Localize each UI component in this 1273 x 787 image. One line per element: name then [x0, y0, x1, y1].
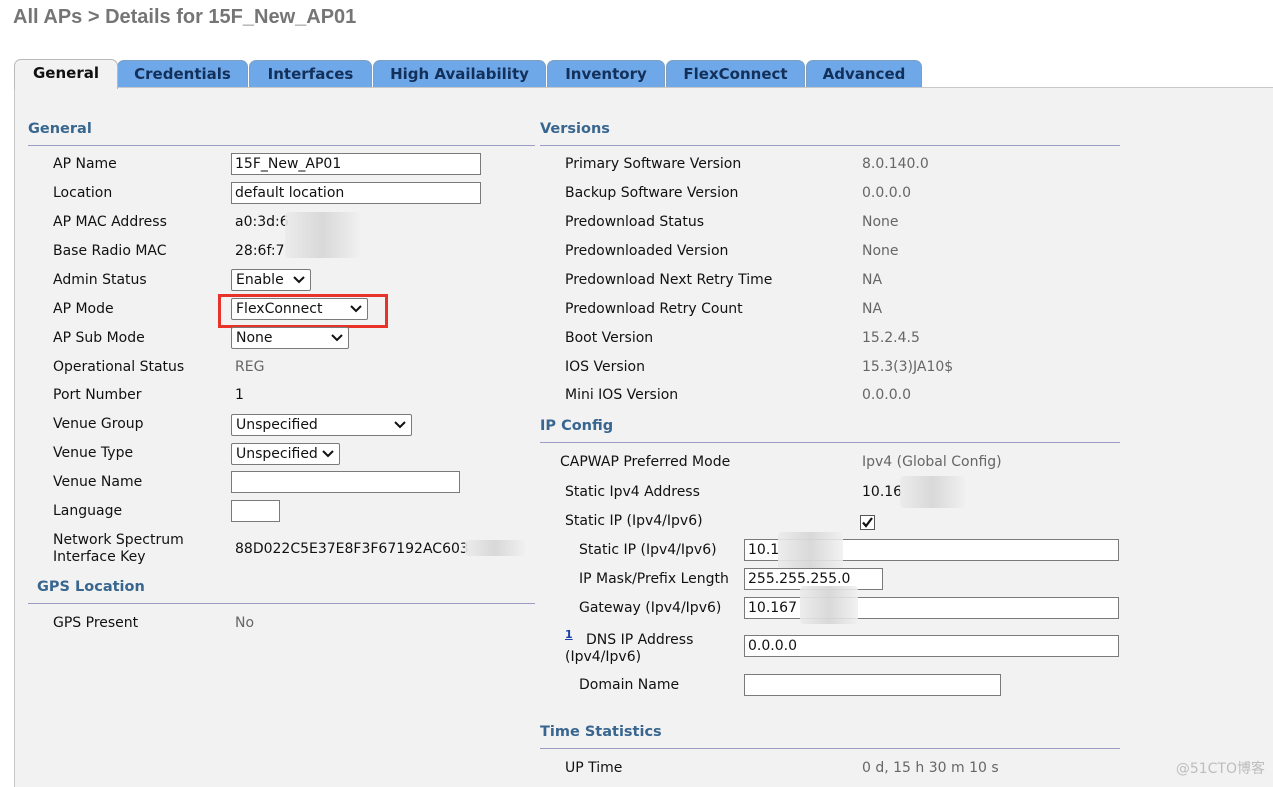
version-row-value: 8.0.140.0 — [862, 156, 929, 172]
static-ip-label: Static IP (Ipv4/Ipv6) — [565, 513, 703, 529]
dns-label-line1: DNS IP Address — [586, 632, 694, 648]
versions-section-heading: Versions — [540, 121, 610, 137]
version-row-label: Mini IOS Version — [565, 387, 679, 403]
version-row-value: 0.0.0.0 — [862, 185, 911, 201]
version-row-value: NA — [862, 301, 883, 317]
version-row-value: 15.3(3)JA10$ — [862, 359, 954, 375]
nsi-key-label-line2: Interface Key — [53, 549, 146, 565]
tab-credentials[interactable]: Credentials — [117, 60, 248, 87]
version-row-label: Predownload Next Retry Time — [565, 272, 773, 288]
mask-label: IP Mask/Prefix Length — [579, 571, 729, 587]
language-input[interactable] — [231, 500, 280, 522]
venue-name-input[interactable] — [231, 471, 460, 493]
version-row-label: Predownloaded Version — [565, 243, 729, 259]
time-stats-section-heading: Time Statistics — [540, 724, 662, 740]
version-row-value: 15.2.4.5 — [862, 330, 920, 346]
chevron-down-icon — [322, 450, 334, 458]
capwap-mode-value: Ipv4 (Global Config) — [862, 454, 1002, 470]
redacted-ip-blur — [778, 532, 843, 570]
static-ipv4-value: 10.16 — [862, 484, 903, 500]
ip-config-divider — [540, 442, 1120, 443]
version-row-label: Backup Software Version — [565, 185, 739, 201]
nsi-key-label-line1: Network Spectrum — [53, 532, 184, 548]
time-stats-divider — [540, 748, 1120, 749]
admin-status-label: Admin Status — [53, 272, 147, 288]
venue-type-value: Unspecified — [236, 446, 318, 462]
page-title: All APs > Details for 15F_New_AP01 — [13, 6, 357, 28]
venue-name-label: Venue Name — [53, 474, 143, 490]
chevron-down-icon — [394, 421, 406, 429]
gps-present-label: GPS Present — [53, 615, 139, 631]
operational-status-label: Operational Status — [53, 359, 185, 375]
ap-mac-value: a0:3d:6 — [235, 214, 289, 230]
static-ipv4-label: Static Ipv4 Address — [565, 484, 700, 500]
ap-mac-label: AP MAC Address — [53, 214, 167, 230]
admin-status-select[interactable]: Enable — [231, 269, 311, 291]
redacted-mac-blur — [285, 212, 360, 258]
dns-ip-input[interactable]: 0.0.0.0 — [744, 635, 1119, 657]
gps-section-heading: GPS Location — [37, 579, 145, 595]
uptime-label: UP Time — [565, 760, 623, 776]
operational-status-value: REG — [235, 359, 265, 375]
version-row-label: IOS Version — [565, 359, 645, 375]
tab-high-availability[interactable]: High Availability — [373, 60, 546, 87]
ap-mode-label: AP Mode — [53, 301, 114, 317]
dns-label-line2: (Ipv4/Ipv6) — [565, 649, 642, 665]
version-row-value: NA — [862, 272, 883, 288]
gateway-label: Gateway (Ipv4/Ipv6) — [579, 600, 722, 616]
nsi-key-value: 88D022C5E37E8F3F67192AC603 — [235, 541, 469, 557]
tab-flexconnect[interactable]: FlexConnect — [666, 60, 805, 87]
domain-name-input[interactable] — [744, 674, 1001, 696]
venue-group-value: Unspecified — [236, 417, 318, 433]
version-row-value: None — [862, 243, 899, 259]
version-row-value: 0.0.0.0 — [862, 387, 911, 403]
uptime-value: 0 d, 15 h 30 m 10 s — [862, 760, 999, 776]
ap-sub-mode-label: AP Sub Mode — [53, 330, 145, 346]
redacted-ip-blur — [900, 476, 965, 508]
redacted-key-blur — [465, 540, 525, 556]
general-section-heading: General — [28, 121, 92, 137]
watermark: @51CTO博客 — [1175, 761, 1265, 777]
ip-config-section-heading: IP Config — [540, 418, 614, 434]
ap-name-input[interactable]: 15F_New_AP01 — [231, 153, 481, 175]
ap-name-label: AP Name — [53, 156, 117, 172]
venue-type-label: Venue Type — [53, 445, 134, 461]
static-ip-checkbox[interactable] — [860, 515, 875, 530]
location-input[interactable]: default location — [231, 182, 481, 204]
tab-advanced[interactable]: Advanced — [806, 60, 922, 87]
tab-general[interactable]: General — [14, 59, 118, 89]
gps-divider — [28, 603, 535, 604]
venue-group-select[interactable]: Unspecified — [231, 414, 412, 436]
location-label: Location — [53, 185, 113, 201]
venue-type-select[interactable]: Unspecified — [231, 443, 340, 465]
version-row-label: Boot Version — [565, 330, 654, 346]
dns-footnote-link[interactable]: 1 — [565, 628, 573, 641]
port-number-label: Port Number — [53, 387, 142, 403]
domain-name-label: Domain Name — [579, 677, 680, 693]
version-row-label: Predownload Retry Count — [565, 301, 743, 317]
tab-interfaces[interactable]: Interfaces — [249, 60, 372, 87]
check-icon — [862, 517, 873, 528]
ap-mode-highlight-box — [218, 294, 388, 328]
port-number-value: 1 — [235, 387, 244, 403]
admin-status-value: Enable — [236, 272, 284, 288]
capwap-mode-label: CAPWAP Preferred Mode — [560, 454, 731, 470]
ap-sub-mode-select[interactable]: None — [231, 327, 349, 349]
versions-divider — [540, 145, 1120, 146]
general-divider — [28, 145, 535, 146]
venue-group-label: Venue Group — [53, 416, 144, 432]
chevron-down-icon — [331, 334, 343, 342]
version-row-value: None — [862, 214, 899, 230]
static-ip-field-label: Static IP (Ipv4/Ipv6) — [579, 542, 717, 558]
ap-sub-mode-value: None — [236, 330, 273, 346]
base-radio-mac-value: 28:6f:7 — [235, 243, 285, 259]
tab-inventory[interactable]: Inventory — [547, 60, 665, 87]
chevron-down-icon — [293, 276, 305, 284]
redacted-ip-blur — [800, 586, 858, 624]
version-row-label: Predownload Status — [565, 214, 705, 230]
base-radio-mac-label: Base Radio MAC — [53, 243, 167, 259]
language-label: Language — [53, 503, 123, 519]
gps-present-value: No — [235, 615, 255, 631]
version-row-label: Primary Software Version — [565, 156, 742, 172]
